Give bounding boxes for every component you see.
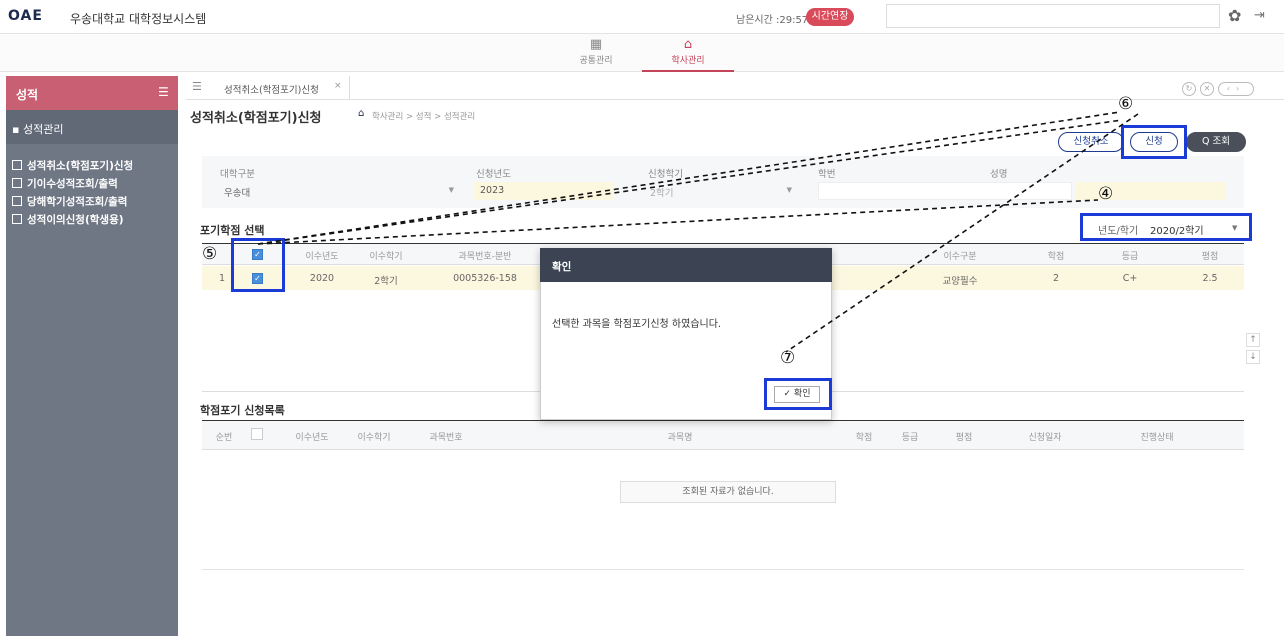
column-header: 과목번호-분반 [458, 252, 512, 262]
scroll-up-icon[interactable]: ↑ [1246, 333, 1260, 347]
grid-icon: ▦ [589, 37, 603, 52]
cell-type: 교양필수 [942, 276, 978, 287]
cell-year: 2020 [309, 273, 335, 284]
menu-academic[interactable]: ⌂ 학사관리 [642, 36, 734, 72]
cell-credit: 2 [1052, 273, 1060, 284]
highlight-box [231, 238, 285, 292]
refresh-icon[interactable]: ↻ [1182, 82, 1196, 96]
highlight-box [1121, 125, 1187, 159]
menu-common[interactable]: ▦ 공통관리 [550, 36, 642, 72]
document-icon [12, 214, 22, 224]
column-header: 이수구분 [943, 252, 977, 262]
term-select-value: 2학기 [650, 188, 674, 199]
cancel-application-button[interactable]: 신청취소 [1058, 132, 1124, 152]
gear-icon[interactable]: ✿ [1228, 6, 1241, 25]
sidebar-item-label: 성적이의신청(학생용) [27, 214, 124, 226]
tab-grade-cancel[interactable]: 성적취소(학점포기)신청 [212, 76, 350, 100]
column-header: 신청일자 [1028, 433, 1062, 443]
sidebar-item-grade-cancel[interactable]: 성적취소(학점포기)신청 [12, 158, 174, 176]
tab-label: 성적취소(학점포기)신청 [224, 85, 319, 96]
session-timer: 남은시간 :29:57 [736, 15, 809, 26]
univ-select-value: 우송대 [224, 188, 251, 199]
close-all-icon[interactable]: ✕ [1200, 82, 1214, 96]
student-no-input[interactable] [818, 182, 1072, 200]
app-title: 우송대학교 대학정보시스템 [70, 12, 207, 26]
global-search-input[interactable] [886, 4, 1220, 28]
graduation-cap-icon: ⌂ [683, 37, 693, 52]
cell-code: 0005326-158 [453, 273, 517, 284]
menu-academic-label: 학사관리 [671, 56, 705, 66]
column-header: 이수학기 [369, 252, 403, 262]
query-button[interactable]: Q 조회 [1186, 132, 1246, 152]
section-title-drop-credits: 포기학점 선택 [200, 224, 265, 237]
column-header: 이수년도 [295, 433, 329, 443]
column-header: 이수학기 [357, 433, 391, 443]
year-label: 신청년도 [476, 169, 511, 180]
document-icon [12, 178, 22, 188]
annotation-4: ④ [1098, 184, 1114, 204]
sidebar-item-label: 당해학기성적조회/출력 [27, 196, 128, 208]
year-term-value: 2020/2학기 [1150, 226, 1204, 237]
empty-message: 조회된 자료가 없습니다. [620, 481, 836, 503]
term-label: 신청학기 [648, 169, 683, 180]
home-icon[interactable]: ⌂ [358, 108, 364, 119]
column-header: 등급 [901, 433, 919, 443]
dialog-title: 확인 [540, 248, 832, 282]
menu-common-label: 공통관리 [579, 56, 613, 66]
page-title: 성적취소(학점포기)신청 [190, 111, 322, 126]
select-all-checkbox[interactable] [251, 428, 263, 440]
student-no-label: 학번 [818, 169, 836, 180]
sidebar-group-label: 성적관리 [22, 123, 64, 136]
section-title-applications: 학점포기 신청목록 [200, 404, 285, 417]
column-header: 학점 [855, 433, 873, 443]
year-term-label: 년도/학기 [1098, 226, 1139, 237]
univ-select[interactable]: 우송대 ▼ [218, 182, 462, 200]
annotation-5: ⑤ [202, 244, 218, 264]
column-header: 평점 [955, 433, 973, 443]
column-header: 진행상태 [1140, 433, 1174, 443]
extend-session-button[interactable]: 시간연장 [806, 8, 854, 26]
scroll-down-icon[interactable]: ↓ [1246, 350, 1260, 364]
sidebar-header: 성적 ☰ [6, 76, 178, 110]
sidebar-item-grade-appeal[interactable]: 성적이의신청(학생용) [12, 212, 174, 230]
tab-list-icon[interactable]: ☰ [192, 80, 202, 93]
chevron-down-icon: ▼ [786, 186, 792, 194]
tab-close-icon[interactable]: × [334, 81, 342, 91]
column-header: 평점 [1201, 252, 1219, 262]
highlight-box [764, 378, 832, 410]
cell-score: 2.5 [1202, 273, 1218, 284]
sidebar-collapse-icon[interactable]: ☰ [158, 85, 169, 99]
sidebar-title: 성적 [16, 88, 39, 102]
document-icon [12, 196, 22, 206]
column-header: 과목번호 [429, 433, 463, 443]
chevron-down-icon: ▼ [448, 186, 454, 194]
annotation-6: ⑥ [1118, 94, 1134, 114]
logout-icon[interactable]: ⇥ [1254, 8, 1265, 23]
column-header: 과목명 [667, 433, 693, 443]
row-number: 1 [218, 273, 226, 284]
column-header: 학점 [1047, 252, 1065, 262]
cell-term: 2학기 [374, 276, 398, 287]
column-header: 이수년도 [305, 252, 339, 262]
univ-label: 대학구분 [220, 169, 255, 180]
annotation-7: ⑦ [780, 348, 796, 368]
grid-body [202, 450, 1244, 570]
term-select[interactable]: 2학기 ▼ [644, 182, 800, 200]
sidebar-item-label: 기이수성적조회/출력 [27, 178, 118, 190]
sidebar-item-past-grades[interactable]: 기이수성적조회/출력 [12, 176, 174, 194]
sidebar-item-label: 성적취소(학점포기)신청 [27, 160, 134, 172]
chevron-down-icon: ▼ [1232, 224, 1238, 232]
tab-pager-icon[interactable]: ‹› [1218, 82, 1254, 96]
column-header: 순번 [215, 433, 233, 443]
dialog-message: 선택한 과목을 학점포기신청 하였습니다. [552, 319, 722, 330]
breadcrumb: 학사관리 > 성적 > 성적관리 [372, 112, 476, 122]
sidebar-item-current-grades[interactable]: 당해학기성적조회/출력 [12, 194, 174, 212]
logo[interactable]: OAE [8, 8, 43, 24]
year-input[interactable]: 2023 [474, 182, 614, 200]
cell-grade: C+ [1122, 273, 1138, 284]
sidebar-group-grades[interactable]: ▪ 성적관리 [6, 110, 178, 144]
name-label: 성명 [990, 169, 1008, 180]
document-icon [12, 160, 22, 170]
column-header: 등급 [1121, 252, 1139, 262]
